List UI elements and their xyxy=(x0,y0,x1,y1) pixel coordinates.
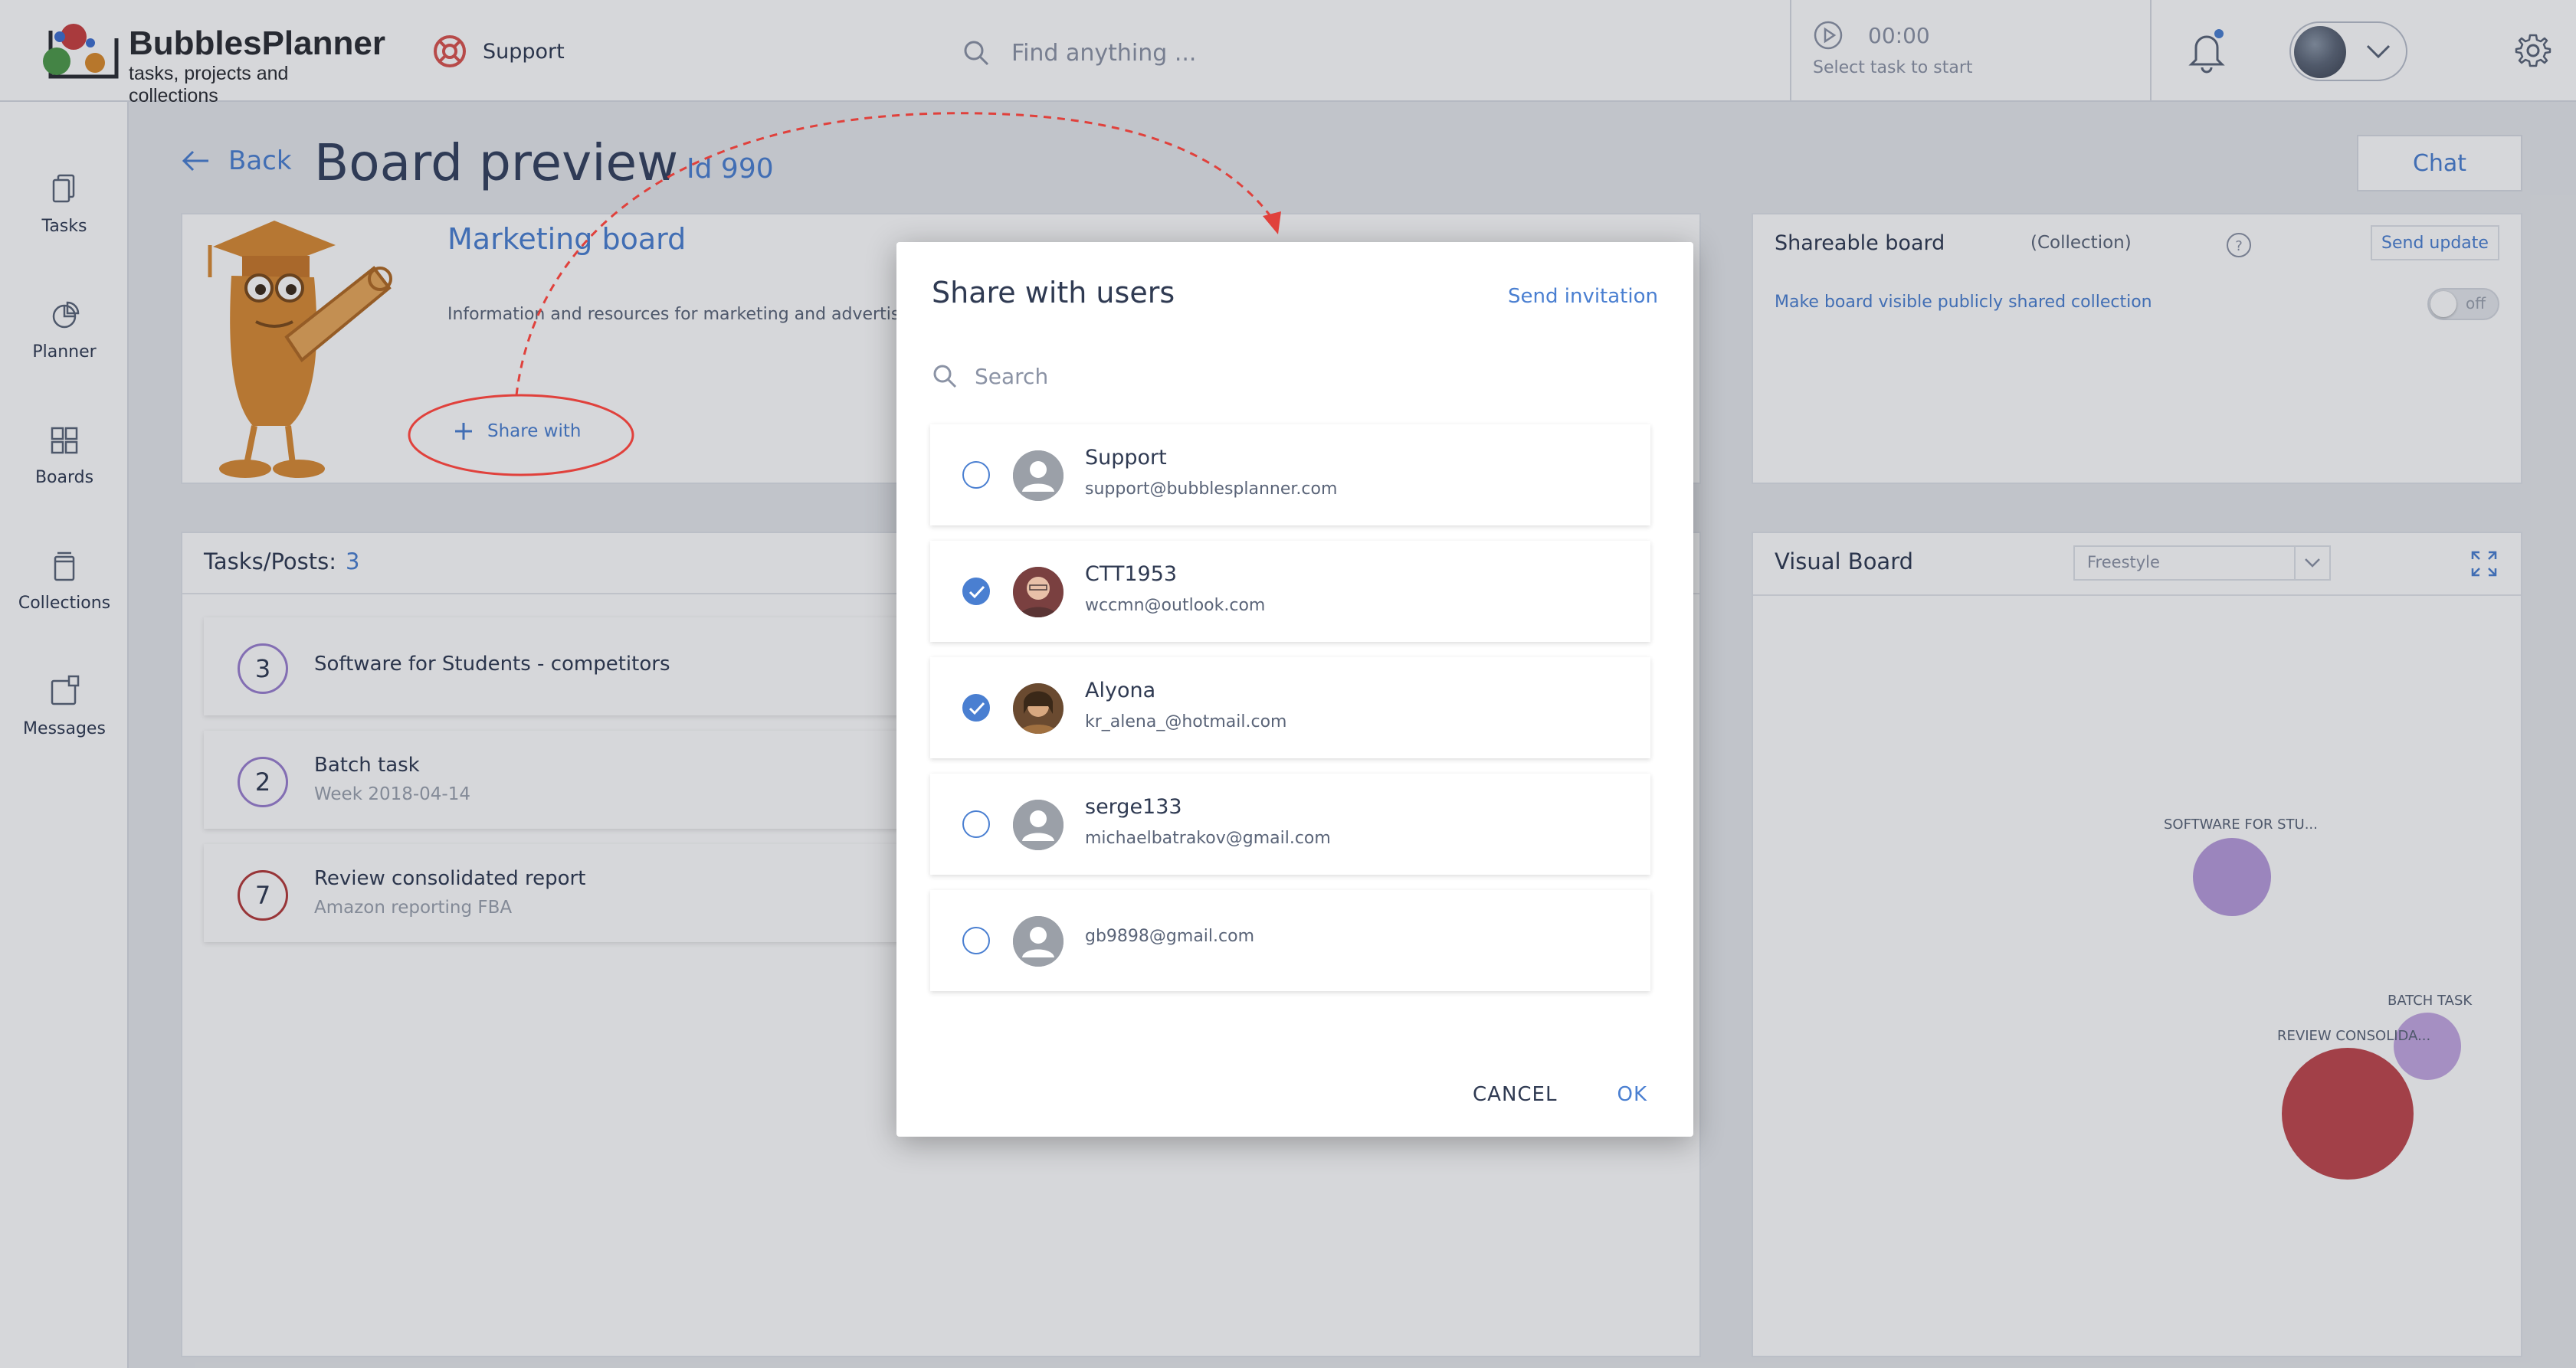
avatar xyxy=(1013,800,1064,850)
person-icon xyxy=(1013,450,1064,501)
avatar xyxy=(1013,916,1064,967)
dialog-actions: CANCEL OK xyxy=(1473,1083,1647,1106)
user-select-radio[interactable] xyxy=(962,927,990,954)
user-photo-icon xyxy=(1013,683,1064,734)
share-with-users-dialog: Share with users Send invitation Search … xyxy=(896,242,1693,1137)
user-row[interactable]: CTT1953 wccmn@outlook.com xyxy=(930,541,1650,642)
user-row[interactable]: serge133 michaelbatrakov@gmail.com xyxy=(930,774,1650,875)
user-search-placeholder: Search xyxy=(975,363,1049,389)
user-row[interactable]: Support support@bubblesplanner.com xyxy=(930,424,1650,525)
send-invitation-link[interactable]: Send invitation xyxy=(1508,285,1658,308)
user-email: kr_alena_@hotmail.com xyxy=(1085,712,1287,731)
user-name: CTT1953 xyxy=(1085,562,1178,586)
user-select-radio[interactable] xyxy=(962,578,990,605)
user-email: support@bubblesplanner.com xyxy=(1085,479,1338,499)
avatar xyxy=(1013,450,1064,501)
person-icon xyxy=(1013,916,1064,967)
user-name: Alyona xyxy=(1085,679,1156,702)
dialog-title: Share with users xyxy=(932,276,1175,309)
avatar xyxy=(1013,683,1064,734)
cancel-button[interactable]: CANCEL xyxy=(1473,1083,1557,1106)
avatar xyxy=(1013,567,1064,617)
ok-button[interactable]: OK xyxy=(1617,1083,1647,1106)
user-search-input[interactable]: Search xyxy=(932,363,1048,389)
user-select-radio[interactable] xyxy=(962,810,990,838)
user-email: gb9898@gmail.com xyxy=(1085,927,1254,946)
user-row[interactable]: gb9898@gmail.com xyxy=(930,890,1650,991)
checkmark-icon xyxy=(968,702,985,715)
checkmark-icon xyxy=(968,585,985,599)
user-photo-icon xyxy=(1013,567,1064,617)
user-email: michaelbatrakov@gmail.com xyxy=(1085,829,1331,848)
user-name: serge133 xyxy=(1085,795,1182,819)
user-row[interactable]: Alyona kr_alena_@hotmail.com xyxy=(930,657,1650,758)
search-icon xyxy=(933,365,957,388)
person-icon xyxy=(1013,800,1064,850)
user-email: wccmn@outlook.com xyxy=(1085,596,1266,615)
user-select-radio[interactable] xyxy=(962,461,990,489)
user-select-radio[interactable] xyxy=(962,694,990,722)
user-name: Support xyxy=(1085,446,1167,470)
